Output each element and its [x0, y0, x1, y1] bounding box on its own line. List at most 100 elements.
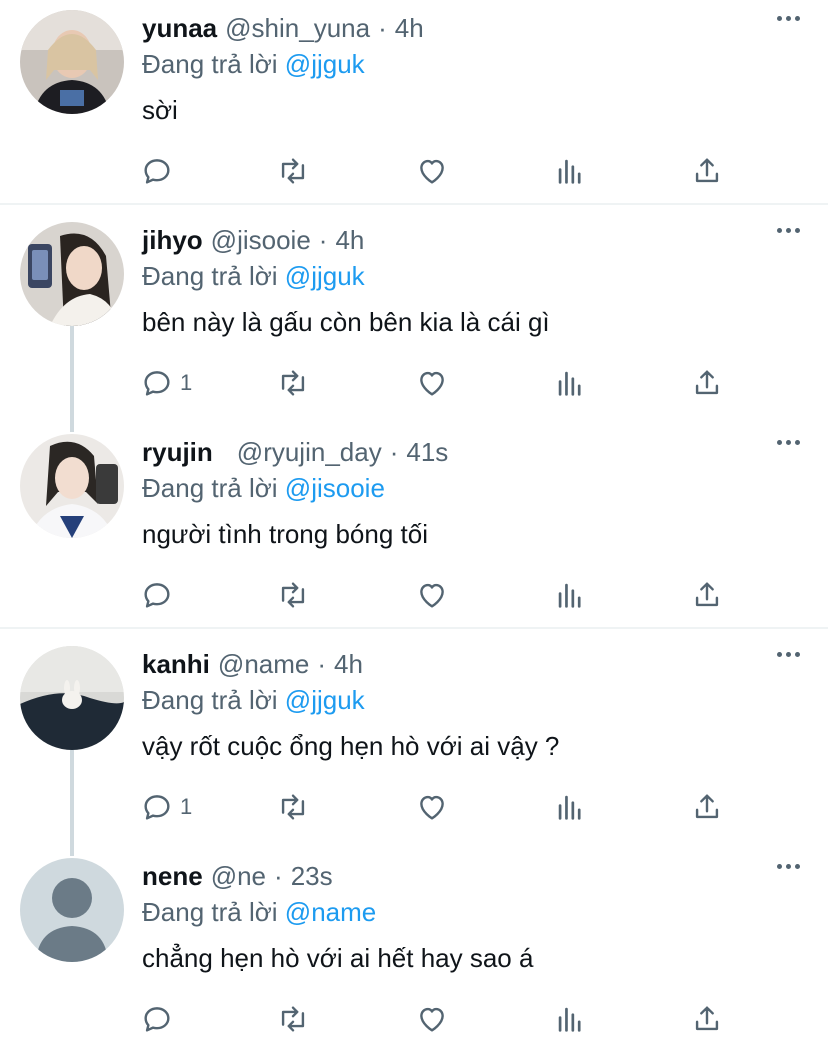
share-button[interactable] [690, 567, 724, 623]
reply-mention[interactable]: @jjguk [285, 685, 365, 715]
share-button[interactable] [690, 991, 724, 1047]
tweet-text: chẳng hẹn hò với ai hết hay sao á [142, 943, 534, 973]
avatar[interactable] [20, 434, 124, 538]
views-icon [558, 583, 581, 608]
reply-to: Đang trả lời @jjguk [142, 46, 365, 82]
reply-button[interactable]: 1 [140, 779, 192, 835]
reply-mention[interactable]: @name [285, 897, 376, 927]
display-name[interactable]: ryujin [142, 434, 213, 470]
display-name[interactable]: yunaa [142, 10, 217, 46]
retweet-icon [281, 158, 305, 184]
more-icon[interactable] [777, 16, 800, 21]
views-button[interactable] [553, 143, 587, 199]
display-name[interactable]: kanhi [142, 646, 210, 682]
tweet[interactable]: ryujin @ryujin_day · 41s Đang trả lời @j… [0, 424, 828, 629]
display-name[interactable]: nene [142, 858, 203, 894]
views-icon [558, 1007, 581, 1032]
like-button[interactable] [415, 991, 449, 1047]
tweet[interactable]: yunaa @shin_yuna · 4h Đang trả lời @jjgu… [0, 0, 828, 205]
divider [0, 203, 828, 205]
avatar[interactable] [20, 646, 124, 750]
tweet[interactable]: jihyo @jisooie · 4h Đang trả lời @jjguk … [0, 212, 828, 424]
reply-prefix: Đang trả lời [142, 261, 278, 291]
reply-prefix: Đang trả lời [142, 473, 278, 503]
more-icon[interactable] [777, 864, 800, 869]
more-icon[interactable] [777, 440, 800, 445]
retweet-button[interactable] [276, 143, 310, 199]
retweet-icon [281, 1006, 305, 1032]
like-icon [420, 159, 444, 184]
views-button[interactable] [553, 567, 587, 623]
like-icon [420, 1007, 444, 1032]
handle[interactable]: @name [218, 646, 309, 682]
tweet-text: bên này là gấu còn bên kia là cái gì [142, 307, 550, 337]
tweet-text: vậy rốt cuộc ổng hẹn hò với ai vậy ? [142, 731, 560, 761]
reply-mention[interactable]: @jjguk [285, 49, 365, 79]
share-icon [695, 1006, 719, 1031]
reply-count: 1 [180, 370, 193, 395]
views-button[interactable] [553, 991, 587, 1047]
like-button[interactable] [415, 355, 449, 411]
reply-count: 1 [180, 794, 193, 819]
tweet[interactable]: kanhi @name · 4h Đang trả lời @jjguk vậy… [0, 636, 828, 848]
reply-icon [144, 1007, 170, 1032]
separator-dot: · [318, 225, 328, 255]
reply-prefix: Đang trả lời [142, 897, 278, 927]
timestamp[interactable]: 4h [395, 10, 424, 46]
views-button[interactable] [553, 779, 587, 835]
more-icon[interactable] [777, 228, 800, 233]
reply-icon [144, 583, 170, 608]
like-button[interactable] [415, 567, 449, 623]
tweet-text: người tình trong bóng tối [142, 519, 428, 549]
more-icon[interactable] [777, 652, 800, 657]
like-button[interactable] [415, 779, 449, 835]
views-button[interactable] [553, 355, 587, 411]
reply-prefix: Đang trả lời [142, 49, 278, 79]
like-icon [420, 583, 444, 608]
views-icon [558, 795, 581, 820]
reply-button[interactable]: 1 [140, 355, 192, 411]
timestamp[interactable]: 23s [291, 858, 333, 894]
separator-dot: · [378, 13, 387, 43]
share-icon [695, 370, 719, 395]
handle[interactable]: @shin_yuna [225, 10, 370, 46]
reply-icon [144, 795, 170, 820]
timestamp[interactable]: 4h [335, 222, 364, 258]
tweet-actions [0, 991, 828, 1047]
share-button[interactable] [690, 779, 724, 835]
share-icon [695, 158, 719, 183]
avatar[interactable] [20, 858, 124, 962]
timestamp[interactable]: 41s [406, 434, 448, 470]
retweet-button[interactable] [276, 567, 310, 623]
display-name[interactable]: jihyo [142, 222, 203, 258]
tweet[interactable]: nene @ne · 23s Đang trả lời @name chẳng … [0, 848, 828, 1052]
share-button[interactable] [690, 355, 724, 411]
retweet-button[interactable] [276, 779, 310, 835]
separator-dot: · [274, 861, 283, 891]
reply-prefix: Đang trả lời [142, 685, 278, 715]
retweet-button[interactable] [276, 991, 310, 1047]
avatar[interactable] [20, 10, 124, 114]
views-icon [558, 371, 581, 396]
reply-button[interactable] [140, 143, 180, 199]
reply-button[interactable] [140, 567, 180, 623]
reply-mention[interactable]: @jisooie [285, 473, 385, 503]
handle[interactable]: @ryujin_day [237, 434, 382, 470]
handle[interactable]: @jisooie [211, 222, 311, 258]
reply-icon [144, 371, 170, 396]
share-button[interactable] [690, 143, 724, 199]
handle[interactable]: @ne [211, 858, 266, 894]
reply-button[interactable] [140, 991, 180, 1047]
timestamp[interactable]: 4h [334, 646, 363, 682]
retweet-button[interactable] [276, 355, 310, 411]
retweet-icon [281, 582, 305, 608]
like-icon [420, 371, 444, 396]
like-button[interactable] [415, 143, 449, 199]
reply-icon [144, 159, 170, 184]
reply-mention[interactable]: @jjguk [285, 261, 365, 291]
tweet-actions: 1 [0, 355, 828, 411]
avatar[interactable] [20, 222, 124, 326]
reply-to: Đang trả lời @jisooie [142, 470, 385, 506]
retweet-icon [281, 794, 305, 820]
tweet-actions: 1 [0, 779, 828, 835]
